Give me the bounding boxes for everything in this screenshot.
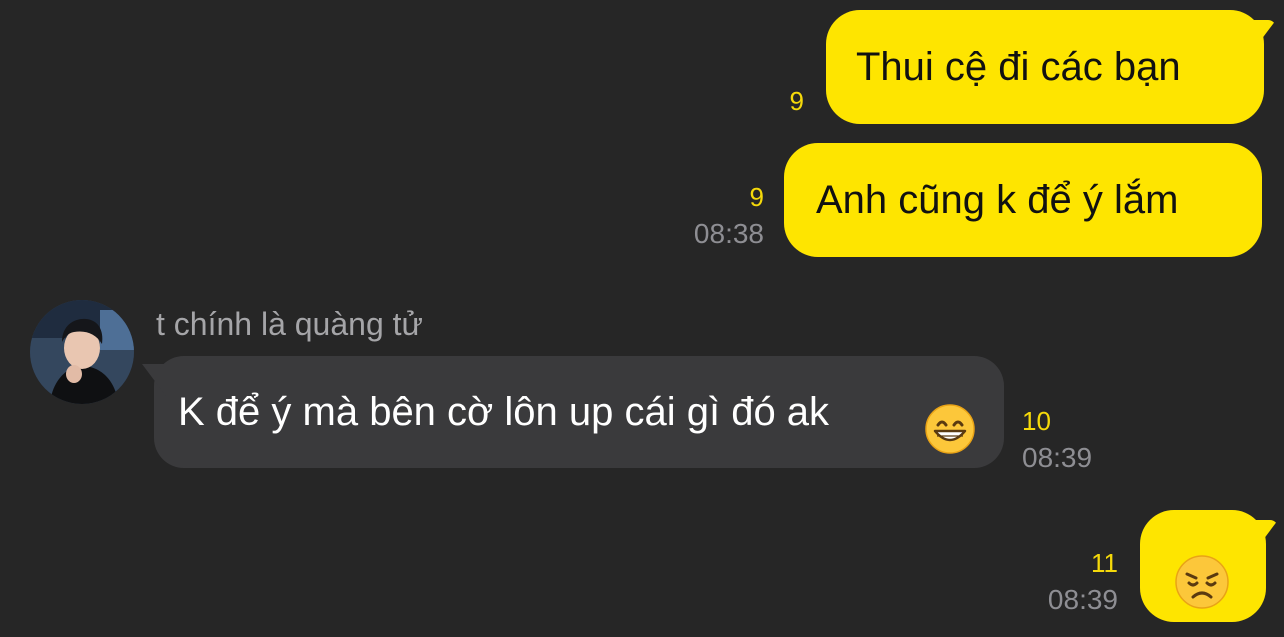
disappointed-face-emoji bbox=[1174, 540, 1230, 637]
message-text: Thui cệ đi các bạn bbox=[856, 45, 1181, 89]
unread-count: 9 bbox=[789, 86, 804, 116]
outgoing-message-bubble[interactable] bbox=[1140, 510, 1266, 622]
incoming-message-bubble[interactable]: K để ý mà bên cờ lôn up cái gì đó ak bbox=[154, 356, 1004, 468]
unread-count: 11 bbox=[1091, 548, 1118, 578]
chat-view: 9 Thui cệ đi các bạn 9 08:38 Anh cũng k … bbox=[0, 0, 1284, 637]
outgoing-message-bubble[interactable]: Thui cệ đi các bạn bbox=[826, 10, 1264, 124]
unread-count: 10 bbox=[1022, 406, 1051, 436]
sender-name: t chính là quàng tử bbox=[156, 306, 423, 342]
avatar-photo bbox=[30, 300, 134, 404]
message-timestamp: 08:39 bbox=[1022, 442, 1093, 473]
message-text: Anh cũng k để ý lắm bbox=[816, 178, 1179, 222]
grinning-face-emoji bbox=[924, 386, 976, 498]
message-timestamp: 08:39 bbox=[1047, 584, 1118, 615]
sender-avatar[interactable] bbox=[30, 300, 134, 404]
outgoing-message-bubble[interactable]: Anh cũng k để ý lắm bbox=[784, 143, 1262, 257]
unread-count: 9 bbox=[749, 182, 764, 212]
message-text: K để ý mà bên cờ lôn up cái gì đó ak bbox=[178, 390, 830, 434]
message-timestamp: 08:38 bbox=[693, 218, 764, 249]
